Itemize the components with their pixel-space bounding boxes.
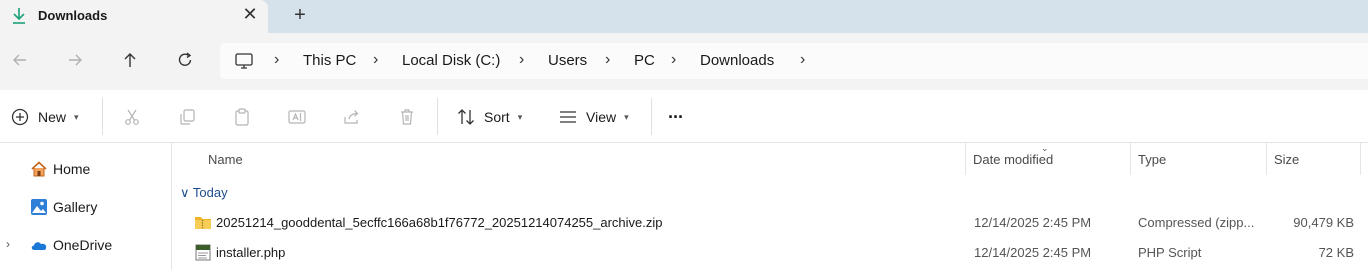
- column-header-date[interactable]: Date modified: [973, 152, 1053, 167]
- view-label: View: [586, 109, 617, 125]
- file-list: Name ⌄ Date modified Type Size ∨ Today 2…: [172, 143, 1368, 270]
- table-row[interactable]: 20251214_gooddental_5ecffc166a68b1f76772…: [172, 208, 1368, 238]
- share-icon: [344, 110, 359, 124]
- file-size: 72 KB: [1318, 245, 1354, 260]
- group-header-today[interactable]: ∨ Today: [180, 185, 228, 201]
- sidebar-item-gallery[interactable]: Gallery: [0, 190, 170, 224]
- tab-downloads[interactable]: Downloads ✕: [0, 0, 268, 33]
- file-type: PHP Script: [1138, 245, 1202, 260]
- title-bar: Downloads ✕ +: [0, 0, 1368, 33]
- breadcrumb-local-disk[interactable]: Local Disk (C:): [402, 52, 500, 69]
- breadcrumb-separator: ›: [519, 51, 525, 68]
- onedrive-cloud-icon: [30, 236, 48, 254]
- column-header-type[interactable]: Type: [1138, 152, 1166, 167]
- command-bar: New ▾ Sort ▾ View ▾ ···: [0, 90, 1368, 143]
- breadcrumb-separator: ›: [671, 51, 677, 68]
- file-size: 90,479 KB: [1293, 215, 1354, 230]
- column-divider[interactable]: [965, 143, 966, 175]
- sidebar-item-onedrive[interactable]: › OneDrive: [0, 228, 170, 262]
- tab-title: Downloads: [38, 8, 108, 23]
- zip-folder-icon: [194, 214, 212, 231]
- up-button[interactable]: [118, 48, 142, 72]
- breadcrumb-downloads[interactable]: Downloads: [700, 52, 774, 69]
- share-button[interactable]: [342, 104, 362, 130]
- column-header-name[interactable]: Name: [208, 152, 243, 167]
- sort-label: Sort: [484, 109, 510, 125]
- breadcrumb-separator: ›: [373, 51, 379, 68]
- rename-icon: [288, 110, 306, 124]
- file-name: installer.php: [216, 245, 286, 260]
- breadcrumb-separator: ›: [605, 51, 611, 68]
- back-button[interactable]: [8, 48, 32, 72]
- php-file-icon: [194, 244, 212, 261]
- breadcrumb-this-pc[interactable]: This PC: [303, 52, 356, 69]
- trash-icon: [401, 109, 413, 125]
- chevron-down-icon: ▾: [74, 111, 79, 122]
- sidebar-item-label: Gallery: [53, 199, 98, 215]
- divider: [437, 98, 438, 135]
- column-divider[interactable]: [1266, 143, 1267, 175]
- chevron-right-icon[interactable]: ›: [6, 237, 10, 251]
- sidebar-item-label: OneDrive: [53, 237, 113, 253]
- table-row[interactable]: installer.php 12/14/2025 2:45 PM PHP Scr…: [172, 238, 1368, 268]
- breadcrumb-pc[interactable]: PC: [634, 52, 655, 69]
- cut-button[interactable]: [122, 104, 142, 130]
- home-icon: [30, 160, 48, 178]
- group-label: Today: [192, 185, 228, 200]
- scissors-icon: [125, 109, 139, 125]
- sort-button[interactable]: Sort ▾: [456, 104, 522, 130]
- file-date: 12/14/2025 2:45 PM: [974, 245, 1092, 260]
- divider: [102, 98, 103, 135]
- file-name: 20251214_gooddental_5ecffc166a68b1f76772…: [216, 215, 663, 230]
- copy-button[interactable]: [177, 104, 197, 130]
- divider: [651, 98, 652, 135]
- delete-button[interactable]: [397, 104, 417, 130]
- refresh-button[interactable]: [173, 48, 197, 72]
- sidebar-item-home[interactable]: Home: [0, 152, 170, 186]
- chevron-down-icon: ∨: [180, 185, 190, 200]
- forward-button[interactable]: [63, 48, 87, 72]
- file-date: 12/14/2025 2:45 PM: [974, 215, 1092, 230]
- column-divider[interactable]: [1360, 143, 1361, 175]
- breadcrumb-users[interactable]: Users: [548, 52, 587, 69]
- navigation-pane: Home Gallery › OneDrive: [0, 143, 172, 270]
- close-tab-button[interactable]: ✕: [240, 4, 260, 24]
- column-header-size[interactable]: Size: [1274, 152, 1299, 167]
- file-type: Compressed (zipp...: [1138, 215, 1255, 230]
- column-divider[interactable]: [1130, 143, 1131, 175]
- chevron-down-icon: ▾: [624, 111, 629, 122]
- new-tab-button[interactable]: +: [290, 5, 310, 25]
- sort-icon: [458, 109, 474, 125]
- clipboard-icon: [235, 108, 249, 126]
- sidebar-item-label: Home: [53, 161, 91, 177]
- monitor-icon: [234, 51, 254, 71]
- paste-button[interactable]: [232, 104, 252, 130]
- view-button[interactable]: View ▾: [558, 104, 629, 130]
- plus-circle-icon: [11, 108, 29, 126]
- copy-icon: [180, 109, 195, 125]
- gallery-icon: [30, 198, 48, 216]
- view-list-icon: [560, 111, 576, 123]
- more-options-button[interactable]: ···: [668, 104, 684, 130]
- address-bar[interactable]: › This PC › Local Disk (C:) › Users › PC…: [220, 43, 1368, 79]
- download-icon: [10, 6, 28, 26]
- new-button[interactable]: New ▾: [10, 104, 79, 130]
- breadcrumb-separator: ›: [800, 51, 806, 68]
- navigation-bar: › This PC › Local Disk (C:) › Users › PC…: [0, 33, 1368, 90]
- chevron-down-icon: ▾: [517, 111, 523, 122]
- new-label: New: [38, 109, 67, 125]
- rename-button[interactable]: [287, 104, 307, 130]
- breadcrumb-separator: ›: [274, 51, 280, 68]
